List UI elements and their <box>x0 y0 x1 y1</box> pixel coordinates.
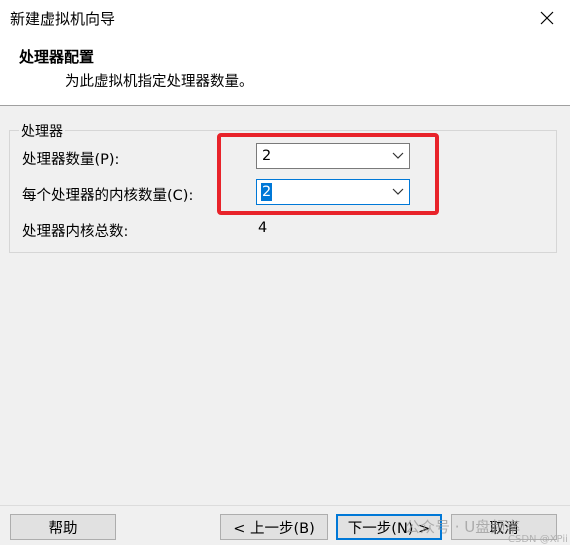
total-cores-label: 处理器内核总数: <box>22 224 129 240</box>
back-button[interactable]: < 上一步(B) <box>220 514 328 540</box>
total-cores-value: 4 <box>258 220 268 236</box>
processor-count-label: 处理器数量(P): <box>22 152 120 168</box>
cores-per-processor-label: 每个处理器的内核数量(C): <box>22 188 194 204</box>
wizard-header: 处理器配置 为此虚拟机指定处理器数量。 <box>0 36 570 106</box>
bottom-strip <box>0 545 570 551</box>
help-button[interactable]: 帮助 <box>10 514 116 540</box>
footer-divider <box>0 505 570 506</box>
groupbox-legend: 处理器 <box>19 121 65 141</box>
page-title: 处理器配置 <box>19 48 95 66</box>
close-icon <box>540 11 554 25</box>
page-subtitle: 为此虚拟机指定处理器数量。 <box>65 74 254 90</box>
window-title: 新建虚拟机向导 <box>10 10 116 28</box>
close-button[interactable] <box>524 0 570 36</box>
watermark: 公众号 · U盘频率 <box>405 518 521 536</box>
watermark-sub: CSDN @XPii <box>508 534 568 545</box>
highlight-box <box>217 133 439 215</box>
title-bar: 新建虚拟机向导 <box>0 0 570 36</box>
